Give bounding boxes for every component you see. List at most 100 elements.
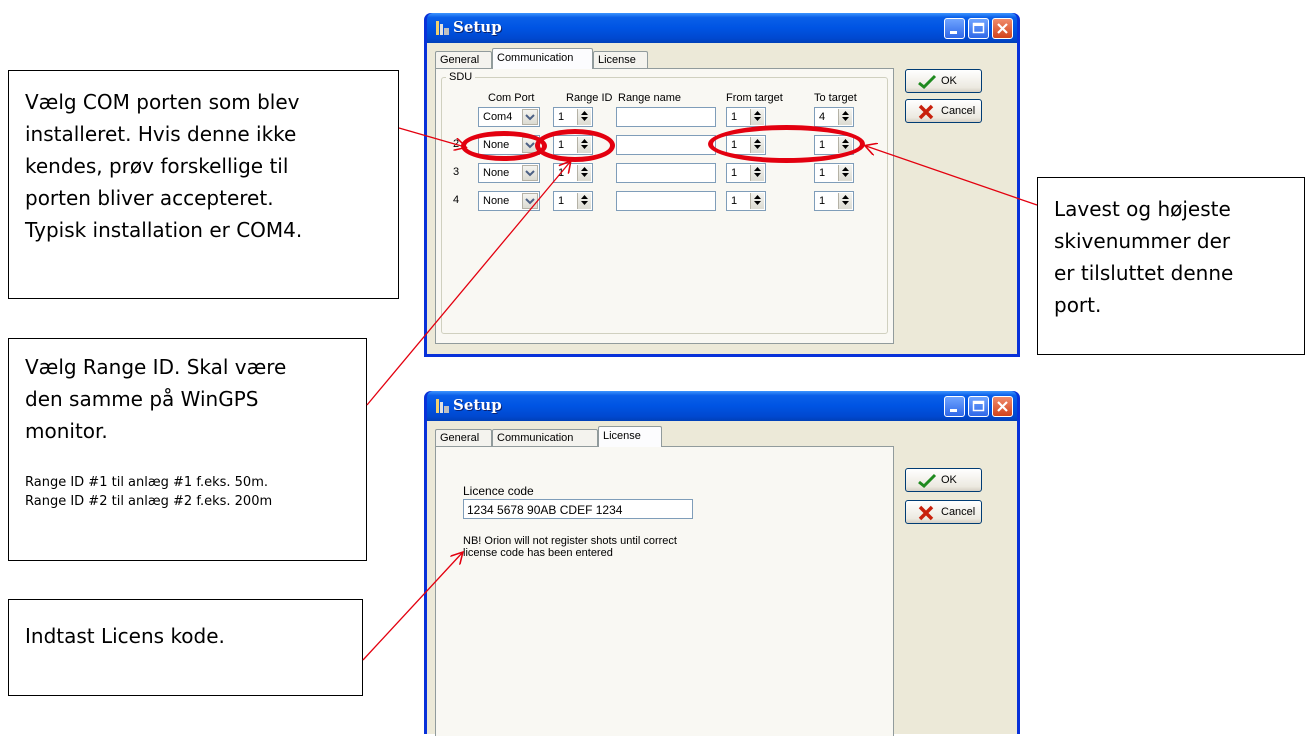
- combo-value: Com4: [483, 111, 513, 123]
- combo-value: None: [483, 195, 510, 207]
- dialog-client: General Communication License Licence co…: [427, 421, 1017, 736]
- group-label: SDU: [446, 71, 476, 83]
- maximize-button[interactable]: [968, 18, 989, 39]
- callout-line: er tilsluttet denne: [1054, 261, 1234, 285]
- tab-license[interactable]: License: [598, 426, 662, 447]
- cancel-button[interactable]: Cancel: [905, 99, 982, 123]
- close-icon: [997, 401, 1008, 412]
- spinner-value: 1: [731, 167, 738, 179]
- header-com-port: Com Port: [488, 92, 535, 104]
- com-port-select[interactable]: Com4: [478, 107, 540, 127]
- callout-note: Range ID #1 til anlæg #1 f.eks. 50m.: [25, 475, 268, 490]
- header-to-target: To target: [814, 92, 857, 104]
- chevron-down-icon: [525, 198, 535, 205]
- com-port-select[interactable]: None: [478, 163, 540, 183]
- range-id-spinner[interactable]: 1: [553, 191, 593, 211]
- callout-range-id: Vælg Range ID. Skal være den samme på Wi…: [8, 338, 367, 561]
- header-range-name: Range name: [618, 92, 681, 104]
- window-title: Setup: [453, 396, 502, 414]
- range-name-input[interactable]: [616, 135, 716, 155]
- row-number: 4: [453, 194, 460, 206]
- dropdown-button[interactable]: [522, 109, 538, 125]
- range-id-spinner[interactable]: 1: [553, 107, 593, 127]
- minimize-button[interactable]: [944, 18, 965, 39]
- from-target-spinner[interactable]: 1: [726, 191, 766, 211]
- spinner-arrows[interactable]: [750, 165, 764, 181]
- maximize-icon: [972, 22, 985, 34]
- window-title: Setup: [453, 18, 502, 36]
- callout-line: den samme på WinGPS: [25, 387, 259, 411]
- spin-arrows-icon: [581, 167, 588, 177]
- checkmark-icon: [918, 473, 937, 489]
- range-name-input[interactable]: [616, 107, 716, 127]
- setup-window-license: Setup General Communication License Lice…: [424, 391, 1020, 736]
- ok-button[interactable]: OK: [905, 468, 982, 492]
- spinner-arrows[interactable]: [750, 109, 764, 125]
- app-icon: [436, 21, 449, 35]
- callout-line: porten bliver accepteret.: [25, 186, 274, 210]
- spinner-arrows[interactable]: [838, 165, 852, 181]
- minimize-button[interactable]: [944, 396, 965, 417]
- spinner-arrows[interactable]: [577, 193, 591, 209]
- spinner-arrows[interactable]: [838, 193, 852, 209]
- row-number: 3: [453, 166, 460, 178]
- spinner-arrows[interactable]: [750, 193, 764, 209]
- checkmark-icon: [918, 74, 937, 90]
- spinner-value: 1: [819, 167, 826, 179]
- chevron-down-icon: [525, 170, 535, 177]
- dropdown-button[interactable]: [522, 193, 538, 209]
- tab-license[interactable]: License: [593, 51, 648, 68]
- from-target-spinner[interactable]: 1: [726, 163, 766, 183]
- callout-line: Lavest og højeste: [1054, 197, 1231, 221]
- app-icon: [436, 399, 449, 413]
- from-target-spinner[interactable]: 1: [726, 107, 766, 127]
- range-id-spinner[interactable]: 1: [553, 163, 593, 183]
- spin-arrows-icon: [842, 195, 849, 205]
- callout-line: installeret. Hvis denne ikke: [25, 122, 297, 146]
- title-bar[interactable]: Setup: [427, 13, 1017, 43]
- licence-code-label: Licence code: [463, 484, 534, 498]
- callout-line: monitor.: [25, 419, 108, 443]
- close-button[interactable]: [992, 18, 1013, 39]
- maximize-button[interactable]: [968, 396, 989, 417]
- dialog-client: General Communication License SDU Com Po…: [427, 43, 1017, 354]
- licence-code-input[interactable]: 1234 5678 90AB CDEF 1234: [463, 499, 693, 519]
- to-target-spinner[interactable]: 4: [814, 107, 854, 127]
- spin-arrows-icon: [581, 195, 588, 205]
- range-name-input[interactable]: [616, 191, 716, 211]
- title-bar[interactable]: Setup: [427, 391, 1017, 421]
- tab-general[interactable]: General: [435, 429, 492, 446]
- spinner-value: 1: [731, 195, 738, 207]
- close-button[interactable]: [992, 396, 1013, 417]
- cancel-x-icon: [918, 104, 934, 120]
- cancel-button[interactable]: Cancel: [905, 500, 982, 524]
- spin-arrows-icon: [754, 195, 761, 205]
- license-note-line: license code has been entered: [463, 547, 613, 559]
- callout-line: port.: [1054, 293, 1102, 317]
- highlight-ring-range-id: [535, 129, 615, 162]
- tab-communication[interactable]: Communication: [492, 429, 598, 446]
- cancel-label: Cancel: [941, 105, 976, 117]
- tab-communication[interactable]: Communication: [492, 48, 593, 69]
- to-target-spinner[interactable]: 1: [814, 163, 854, 183]
- com-port-select[interactable]: None: [478, 191, 540, 211]
- callout-line: kendes, prøv forskellige til: [25, 154, 289, 178]
- spin-arrows-icon: [842, 167, 849, 177]
- callout-line: Vælg COM porten som blev: [25, 90, 300, 114]
- callout-line: Vælg Range ID. Skal være: [25, 355, 287, 379]
- maximize-icon: [972, 400, 985, 412]
- minimize-icon: [950, 31, 957, 34]
- callout-com-port: Vælg COM porten som blev installeret. Hv…: [8, 70, 399, 299]
- spinner-arrows[interactable]: [577, 165, 591, 181]
- callout-line: Typisk installation er COM4.: [25, 218, 303, 242]
- spinner-arrows[interactable]: [577, 109, 591, 125]
- callout-license: Indtast Licens kode.: [8, 599, 363, 696]
- range-name-input[interactable]: [616, 163, 716, 183]
- ok-button[interactable]: OK: [905, 69, 982, 93]
- ok-label: OK: [941, 75, 957, 87]
- to-target-spinner[interactable]: 1: [814, 191, 854, 211]
- cancel-label: Cancel: [941, 506, 976, 518]
- dropdown-button[interactable]: [522, 165, 538, 181]
- tab-general[interactable]: General: [435, 51, 492, 68]
- spinner-arrows[interactable]: [838, 109, 852, 125]
